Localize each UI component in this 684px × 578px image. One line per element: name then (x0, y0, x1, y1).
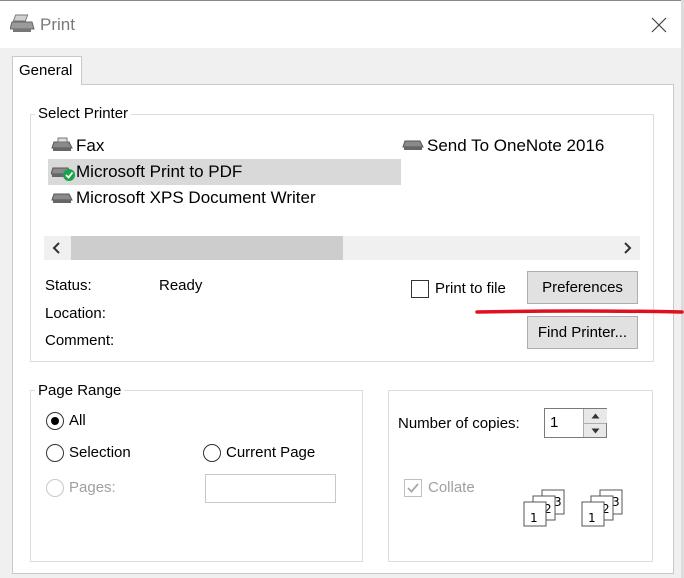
pages-input[interactable] (205, 474, 336, 503)
printer-icon (402, 137, 424, 153)
selection-label: Selection (69, 444, 131, 461)
caret-up-icon (591, 413, 600, 419)
printer-item-microsoft-xps-document-writer[interactable]: Microsoft XPS Document Writer (48, 186, 368, 210)
number-of-copies-label: Number of copies: (398, 415, 520, 432)
location-label: Location: (45, 305, 106, 322)
copies-down-button[interactable] (583, 423, 606, 437)
scroll-thumb[interactable] (71, 236, 343, 260)
current-page-radio[interactable] (203, 444, 221, 462)
printer-name: Send To OneNote 2016 (427, 136, 605, 155)
window-title: Print (40, 15, 75, 34)
caret-down-icon (591, 428, 599, 433)
collate-checkbox[interactable] (404, 479, 422, 497)
pages-label: Pages: (69, 479, 116, 496)
horizontal-scrollbar[interactable] (44, 236, 640, 260)
status-value: Ready (159, 277, 203, 294)
printer-item-fax[interactable]: Fax (48, 134, 248, 158)
collate-pages-icon: 3 2 1 (580, 488, 630, 528)
printer-icon (51, 190, 73, 206)
printer-icon (9, 14, 36, 34)
svg-text:1: 1 (530, 511, 538, 525)
title-bar (0, 0, 684, 48)
checkmark-icon (407, 483, 419, 493)
page-range-label: Page Range (35, 382, 125, 399)
copies-up-button[interactable] (583, 409, 607, 423)
collate-pages-icon: 3 2 1 (522, 488, 572, 528)
collate-label: Collate (428, 479, 475, 496)
scroll-left-button[interactable] (44, 236, 70, 260)
preferences-button[interactable]: Preferences (527, 271, 638, 304)
scroll-right-button[interactable] (614, 236, 640, 260)
svg-text:1: 1 (588, 511, 596, 525)
printer-name: Microsoft XPS Document Writer (76, 188, 316, 207)
printer-icon (50, 164, 77, 182)
status-label: Status: (45, 277, 92, 294)
printer-name: Microsoft Print to PDF (76, 162, 243, 181)
select-printer-label: Select Printer (35, 105, 132, 122)
chevron-left-icon (52, 242, 60, 254)
printer-name: Fax (76, 136, 105, 155)
copies-value: 1 (550, 414, 559, 431)
all-radio[interactable] (46, 412, 64, 430)
fax-icon (51, 137, 73, 153)
comment-label: Comment: (45, 332, 115, 349)
red-annotation-line (475, 304, 684, 314)
printer-item-send-to-onenote-2016[interactable]: Send To OneNote 2016 (400, 134, 636, 158)
all-label: All (69, 412, 86, 429)
close-button[interactable] (640, 8, 676, 40)
tab-general[interactable]: General (12, 56, 82, 85)
find-printer-button[interactable]: Find Printer... (527, 316, 638, 349)
printer-list[interactable]: Fax Microsoft Print to PDF Microsoft XPS… (44, 130, 640, 240)
printer-item-microsoft-print-to-pdf[interactable]: Microsoft Print to PDF (48, 159, 401, 185)
current-page-label: Current Page (226, 444, 316, 461)
close-icon (651, 17, 667, 33)
chevron-right-icon (624, 242, 632, 254)
selection-radio[interactable] (46, 444, 64, 462)
print-to-file-label: Print to file (435, 280, 506, 297)
copies-stepper[interactable]: 1 (544, 408, 607, 438)
pages-radio[interactable] (46, 479, 64, 497)
print-to-file-checkbox[interactable] (411, 280, 429, 298)
